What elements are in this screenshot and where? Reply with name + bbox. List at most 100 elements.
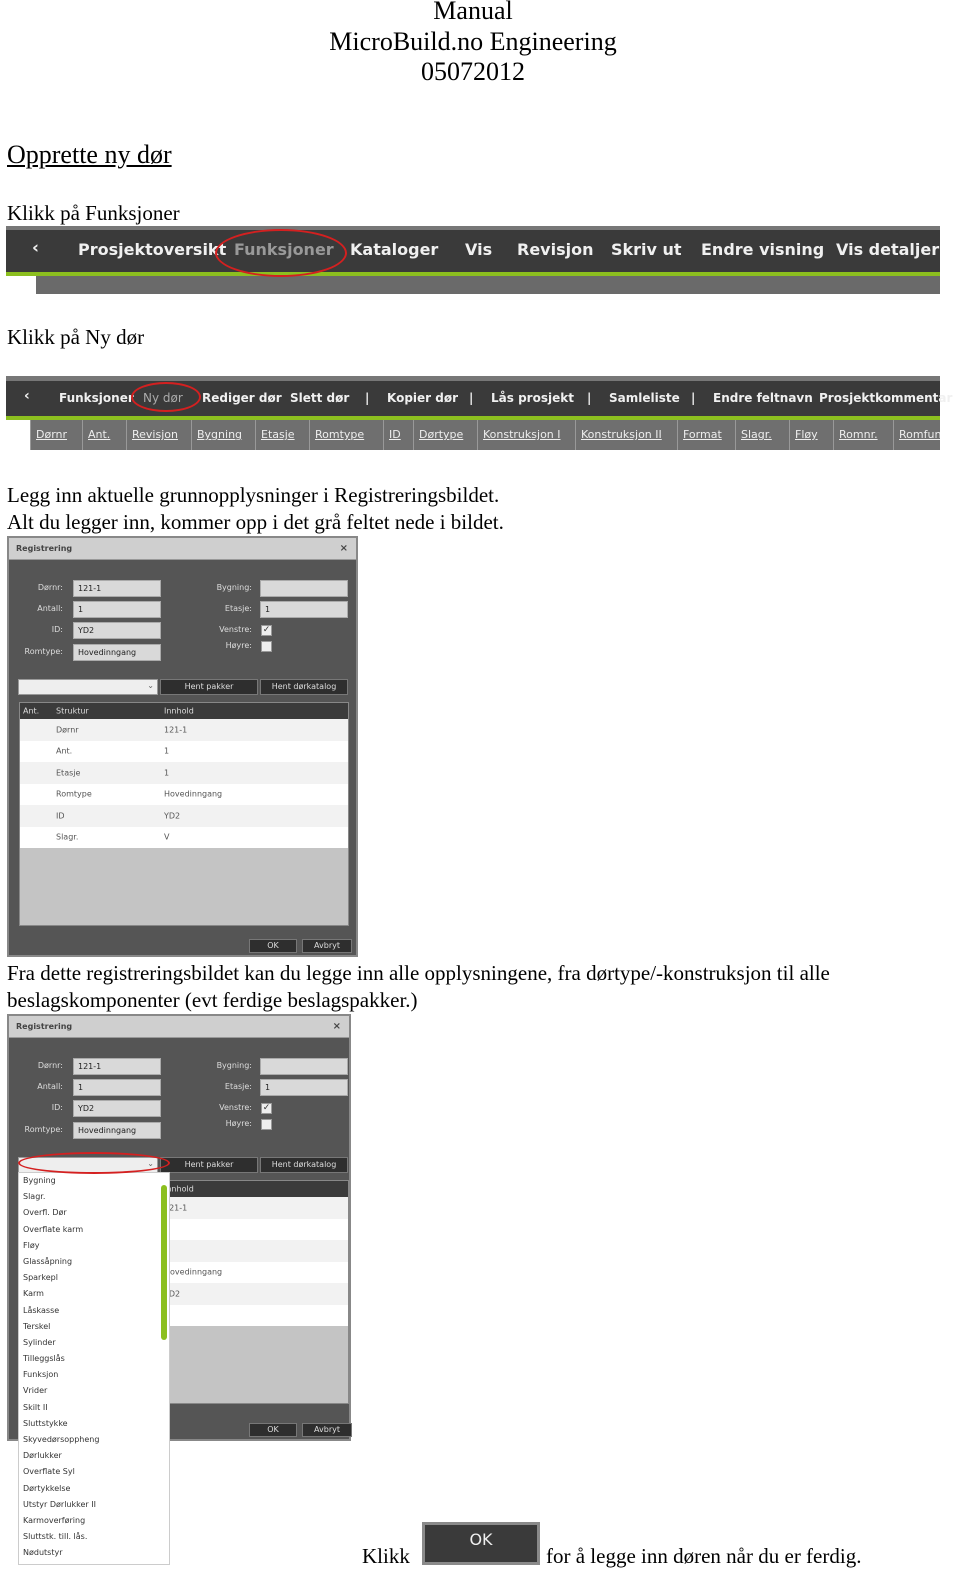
menu-item-9[interactable]: Samleliste [609,391,680,405]
menu-item-4[interactable]: Revisjon [517,240,593,259]
table-row[interactable]: Etasje 1 [20,762,348,784]
menu-item-5[interactable]: Kopier dør [387,391,458,405]
dropdown-item[interactable]: Vrider [19,1383,169,1399]
id-input[interactable]: YD2 [73,622,161,639]
dropdown-item[interactable]: Overfl. Dør [19,1205,169,1221]
dropdown-item[interactable]: Funksjon [19,1367,169,1383]
etasje-input[interactable]: 1 [260,601,348,618]
table-row[interactable]: ID YD2 [20,805,348,827]
hoyre-checkbox[interactable] [261,1119,272,1130]
bygning-input[interactable] [260,1058,348,1075]
avbryt-button[interactable]: Avbryt [302,1423,352,1437]
hent-dorkatalog-button[interactable]: Hent dørkatalog [260,679,348,695]
table-row[interactable]: Ant. 1 [20,740,348,762]
hent-pakker-button[interactable]: Hent pakker [160,679,258,695]
dropdown-item[interactable]: Låskasse [19,1303,169,1319]
ok-button[interactable]: OK [249,939,297,953]
venstre-checkbox[interactable]: ✓ [261,1103,272,1114]
dropdown-item[interactable]: Bygning [19,1173,169,1189]
chevron-left-icon[interactable]: ‹ [32,238,39,258]
menu-item-0[interactable]: Funksjoner [59,391,134,405]
dropdown-item[interactable]: Glassåpning [19,1254,169,1270]
avbryt-button[interactable]: Avbryt [302,939,352,953]
menu-item-7[interactable]: Vis detaljer [836,240,939,259]
dropdown-item[interactable]: Terskel [19,1319,169,1335]
column-header-0[interactable]: Dørnr [30,420,82,450]
ok-button-image: OK [422,1522,540,1565]
dropdown-item[interactable]: Dørlukker [19,1448,169,1464]
column-header-6[interactable]: ID [383,420,413,450]
dropdown-item[interactable]: Dørtykkelse [19,1481,169,1497]
menu-item-0[interactable]: Prosjektoversikt [78,240,226,259]
column-header-5[interactable]: Romtype [309,420,383,450]
antall-input[interactable]: 1 [73,601,161,618]
table-header: Ant. Struktur Innhold [20,703,348,719]
dropdown-item[interactable]: Utstyr Dørlukker II [19,1497,169,1513]
dropdown-list[interactable]: Bygning Slagr. Overfl. Dør Overflate karm Fl… [18,1172,170,1565]
dropdown-item[interactable]: Karm [19,1286,169,1302]
dropdown-item[interactable]: Slagr. [19,1189,169,1205]
column-header-9[interactable]: Konstruksjon II [575,420,677,450]
menu-item-12[interactable]: Prosjektkommentar [819,391,952,405]
column-header-8[interactable]: Konstruksjon I [477,420,575,450]
id-input[interactable]: YD2 [73,1100,161,1117]
scrollbar[interactable] [161,1185,167,1340]
table-header-cell: Innhold [164,706,194,716]
row-innhold: Hovedinngang [164,789,223,799]
dropdown-item[interactable]: Overflate karm [19,1222,169,1238]
ok-button[interactable]: OK [249,1423,297,1437]
romtype-input[interactable]: Hovedinngang [73,1122,161,1139]
menu-item-3[interactable]: Slett dør [290,391,349,405]
menu-item-7[interactable]: Lås prosjekt [491,391,574,405]
menu-item-5[interactable]: Skriv ut [611,240,682,259]
column-header-13[interactable]: Romnr. [833,420,893,450]
menu-item-3[interactable]: Vis [465,240,492,259]
column-header-2[interactable]: Revisjon [126,420,191,450]
column-header-4[interactable]: Etasje [255,420,309,450]
dropdown-item[interactable]: Sparkepl [19,1270,169,1286]
etasje-input[interactable]: 1 [260,1079,348,1096]
hoyre-checkbox[interactable] [261,641,272,652]
dropdown-item[interactable]: Skyvedørsoppheng [19,1432,169,1448]
dropdown-item[interactable]: Sluttstykke [19,1416,169,1432]
hoyre-label: Høyre: [225,1119,252,1128]
column-header-10[interactable]: Format [677,420,735,450]
dropdown-item[interactable]: Fløy [19,1238,169,1254]
column-header-1[interactable]: Ant. [82,420,126,450]
column-header-11[interactable]: Slagr. [735,420,789,450]
menu-item-6[interactable]: Endre visning [701,240,824,259]
table-row[interactable]: Slagr. V [20,826,348,848]
menu-item-2[interactable]: Rediger dør [202,391,282,405]
dropdown-item[interactable]: Sluttstk. till. lås. [19,1529,169,1545]
row-struktur: Etasje [56,768,81,778]
bygning-input[interactable] [260,580,348,597]
table-row[interactable]: Romtype Hovedinngang [20,783,348,805]
column-header-7[interactable]: Dørtype [413,420,477,450]
dropdown-item[interactable]: Nødutstyr [19,1545,169,1561]
dornr-input[interactable]: 121-1 [73,1058,161,1075]
venstre-checkbox[interactable]: ✓ [261,625,272,636]
dropdown-item[interactable]: Karmoverføring [19,1513,169,1529]
dornr-input[interactable]: 121-1 [73,580,161,597]
dropdown-item[interactable]: Skilt II [19,1400,169,1416]
antall-label: Antall: [37,1082,63,1091]
close-icon[interactable]: × [333,1021,341,1032]
menu-separator: | [691,391,696,405]
hent-dorkatalog-button[interactable]: Hent dørkatalog [260,1157,348,1173]
menu-item-2[interactable]: Kataloger [350,240,438,259]
menu-item-11[interactable]: Endre feltnavn [713,391,813,405]
hent-pakker-button[interactable]: Hent pakker [160,1157,258,1173]
close-icon[interactable]: × [340,543,348,554]
romtype-label: Romtype: [24,1125,63,1134]
dropdown-item[interactable]: Sylinder [19,1335,169,1351]
chevron-left-icon[interactable]: ‹ [24,388,30,404]
dropdown-item[interactable]: Overflate Syl [19,1464,169,1480]
romtype-input[interactable]: Hovedinngang [73,644,161,661]
column-header-3[interactable]: Bygning [191,420,255,450]
component-select[interactable]: ⌄ [18,679,158,695]
column-header-12[interactable]: Fløy [789,420,833,450]
table-row[interactable]: Dørnr 121-1 [20,719,348,741]
antall-input[interactable]: 1 [73,1079,161,1096]
column-header-14[interactable]: Romfun [893,420,940,450]
dropdown-item[interactable]: Tilleggslås [19,1351,169,1367]
